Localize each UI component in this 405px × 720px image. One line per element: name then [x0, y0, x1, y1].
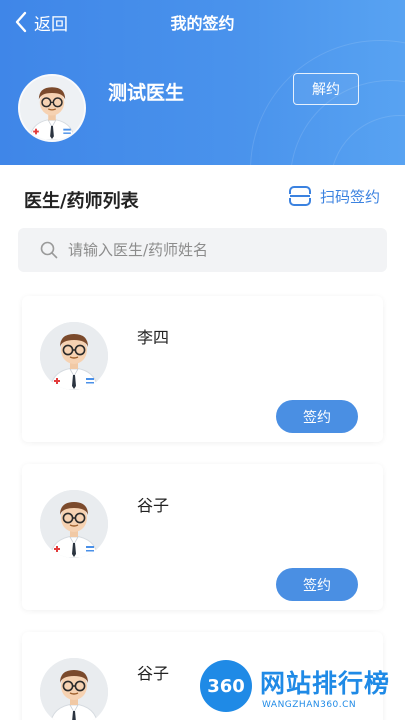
doctor-card: 李四 签约: [22, 296, 383, 442]
doctor-card: 谷子 签约: [22, 464, 383, 610]
doctor-name: 测试医生: [108, 82, 185, 104]
doctor-name: 李四: [137, 328, 170, 347]
doctor-avatar-icon: [40, 322, 108, 390]
scan-sign-label: 扫码签约: [320, 187, 381, 206]
search-icon: [40, 241, 58, 259]
search-bar[interactable]: [18, 228, 387, 272]
avatar: [40, 490, 108, 558]
sign-button[interactable]: 签约: [276, 568, 358, 601]
search-input[interactable]: [68, 241, 348, 259]
scan-icon: [288, 186, 312, 206]
doctor-avatar-icon: [40, 658, 108, 720]
doctor-name: 谷子: [137, 664, 170, 683]
header: 返回 我的签约 测试医生 解约: [0, 0, 405, 165]
watermark: 360 网站排行榜 WANGZHAN360.CN: [196, 654, 405, 720]
watermark-text: 网站排行榜: [260, 669, 391, 698]
page-title: 我的签约: [170, 14, 235, 33]
unsign-button[interactable]: 解约: [293, 73, 359, 105]
doctor-avatar-icon: [20, 76, 84, 140]
scan-sign-button[interactable]: 扫码签约: [288, 185, 380, 207]
avatar: [40, 322, 108, 390]
doctor-avatar-icon: [40, 490, 108, 558]
sign-button[interactable]: 签约: [276, 400, 358, 433]
doctor-name: 谷子: [137, 496, 170, 515]
avatar: [18, 74, 86, 142]
watermark-badge: 360: [200, 660, 252, 712]
avatar: [40, 658, 108, 720]
section-title: 医生/药师列表: [24, 191, 139, 212]
watermark-subtext: WANGZHAN360.CN: [262, 700, 357, 710]
